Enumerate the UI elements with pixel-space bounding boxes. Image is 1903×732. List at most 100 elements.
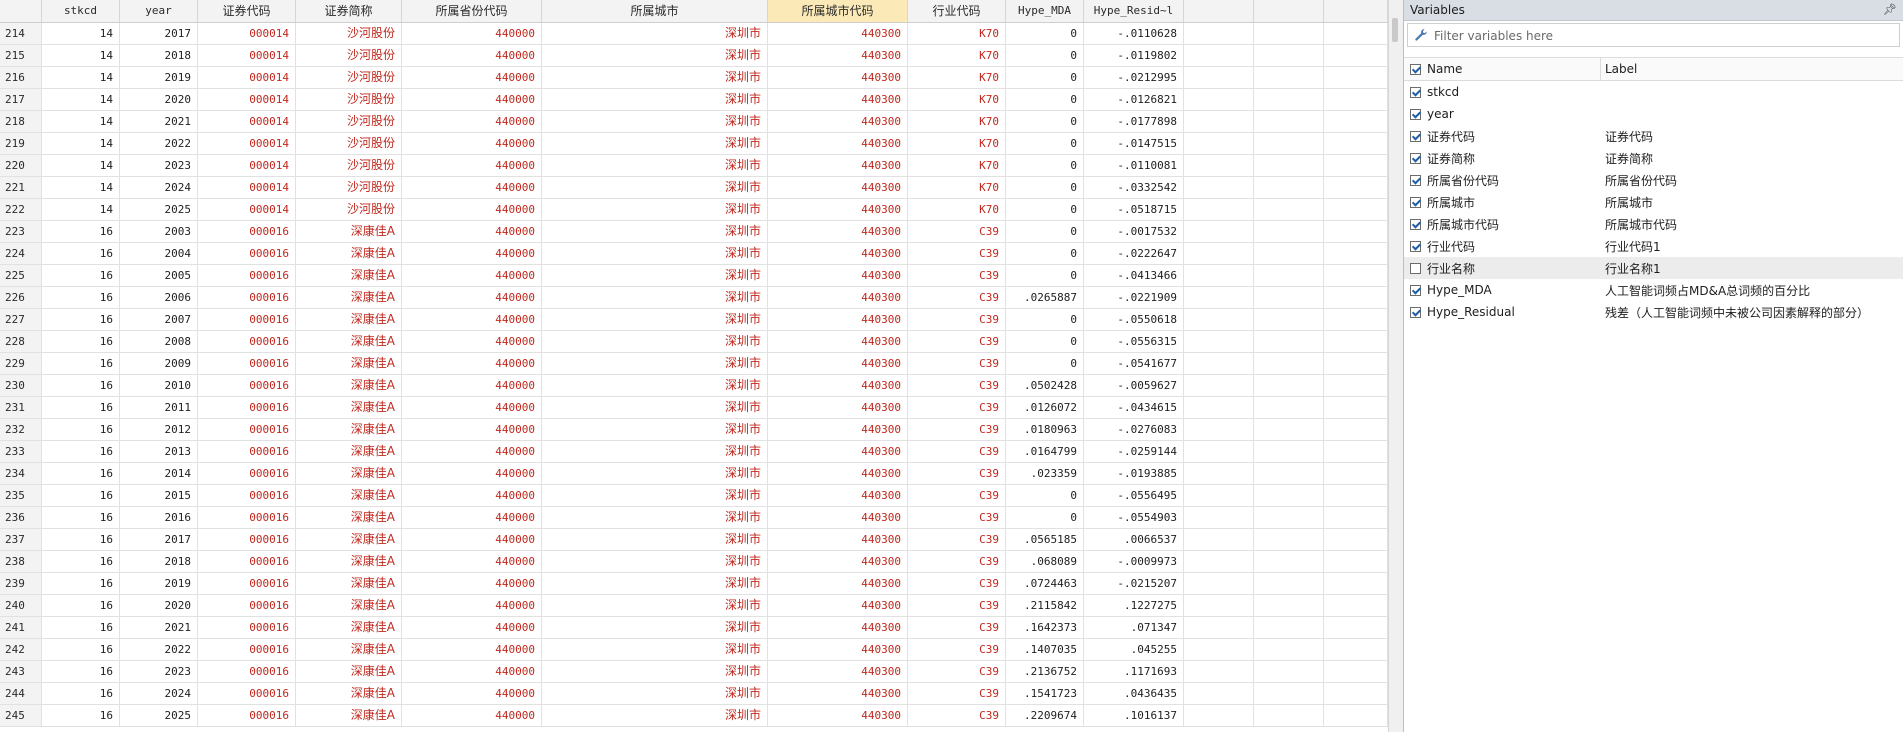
cell-year[interactable]: 2015 <box>120 485 198 506</box>
cell-abbr[interactable]: 深康佳A <box>296 397 402 418</box>
variable-checkbox[interactable] <box>1410 174 1421 186</box>
cell-city[interactable]: 深圳市 <box>542 89 768 110</box>
empty-cell[interactable] <box>1184 243 1254 264</box>
cell-stkcd[interactable]: 16 <box>42 243 120 264</box>
column-header-citycode[interactable]: 所属城市代码 <box>768 0 908 22</box>
cell-resid[interactable]: -.0059627 <box>1084 375 1184 396</box>
cell-city[interactable]: 深圳市 <box>542 463 768 484</box>
empty-cell[interactable] <box>1324 353 1388 374</box>
row-number[interactable]: 236 <box>0 507 42 528</box>
empty-cell[interactable] <box>1254 287 1324 308</box>
cell-mda[interactable]: 0 <box>1006 177 1084 198</box>
cell-city[interactable]: 深圳市 <box>542 551 768 572</box>
cell-mda[interactable]: 0 <box>1006 155 1084 176</box>
cell-prov[interactable]: 440000 <box>402 551 542 572</box>
cell-stkcd[interactable]: 16 <box>42 705 120 726</box>
cell-mda[interactable]: .2209674 <box>1006 705 1084 726</box>
empty-cell[interactable] <box>1254 507 1324 528</box>
cell-year[interactable]: 2008 <box>120 331 198 352</box>
cell-abbr[interactable]: 沙河股份 <box>296 67 402 88</box>
cell-ind[interactable]: C39 <box>908 485 1006 506</box>
column-header-city[interactable]: 所属城市 <box>542 0 768 22</box>
cell-city[interactable]: 深圳市 <box>542 353 768 374</box>
row-number[interactable]: 217 <box>0 89 42 110</box>
cell-ind[interactable]: C39 <box>908 683 1006 704</box>
cell-code[interactable]: 000016 <box>198 529 296 550</box>
variable-checkbox[interactable] <box>1410 218 1421 230</box>
cell-mda[interactable]: 0 <box>1006 133 1084 154</box>
cell-city[interactable]: 深圳市 <box>542 133 768 154</box>
cell-code[interactable]: 000014 <box>198 155 296 176</box>
cell-city[interactable]: 深圳市 <box>542 111 768 132</box>
table-row[interactable]: 227 16 2007 000016 深康佳A 440000 深圳市 440300 C39 0 -.… <box>0 309 1388 331</box>
empty-cell[interactable] <box>1254 155 1324 176</box>
table-row[interactable]: 215 14 2018 000014 沙河股份 440000 深圳市 440300 K70 0 -.… <box>0 45 1388 67</box>
column-header-abbr[interactable]: 证券简称 <box>296 0 402 22</box>
cell-citycode[interactable]: 440300 <box>768 287 908 308</box>
cell-ind[interactable]: C39 <box>908 463 1006 484</box>
cell-mda[interactable]: .2115842 <box>1006 595 1084 616</box>
cell-resid[interactable]: -.0556315 <box>1084 331 1184 352</box>
cell-resid[interactable]: -.0177898 <box>1084 111 1184 132</box>
column-header-mda[interactable]: Hype_MDA <box>1006 0 1084 22</box>
cell-stkcd[interactable]: 16 <box>42 397 120 418</box>
column-header-resid[interactable]: Hype_Resid~l <box>1084 0 1184 22</box>
empty-cell[interactable] <box>1324 507 1388 528</box>
cell-abbr[interactable]: 深康佳A <box>296 683 402 704</box>
empty-cell[interactable] <box>1324 551 1388 572</box>
empty-cell[interactable] <box>1254 45 1324 66</box>
cell-resid[interactable]: -.0119802 <box>1084 45 1184 66</box>
empty-cell[interactable] <box>1324 309 1388 330</box>
cell-code[interactable]: 000016 <box>198 551 296 572</box>
empty-cell[interactable] <box>1324 45 1388 66</box>
empty-cell[interactable] <box>1184 375 1254 396</box>
cell-abbr[interactable]: 深康佳A <box>296 243 402 264</box>
cell-prov[interactable]: 440000 <box>402 133 542 154</box>
cell-ind[interactable]: C39 <box>908 661 1006 682</box>
empty-cell[interactable] <box>1324 463 1388 484</box>
cell-city[interactable]: 深圳市 <box>542 397 768 418</box>
cell-year[interactable]: 2025 <box>120 705 198 726</box>
cell-ind[interactable]: C39 <box>908 507 1006 528</box>
cell-mda[interactable]: .0265887 <box>1006 287 1084 308</box>
cell-stkcd[interactable]: 14 <box>42 111 120 132</box>
empty-cell[interactable] <box>1254 375 1324 396</box>
empty-cell[interactable] <box>1324 199 1388 220</box>
cell-prov[interactable]: 440000 <box>402 573 542 594</box>
cell-resid[interactable]: .1227275 <box>1084 595 1184 616</box>
cell-stkcd[interactable]: 16 <box>42 419 120 440</box>
empty-cell[interactable] <box>1254 243 1324 264</box>
cell-code[interactable]: 000016 <box>198 573 296 594</box>
cell-year[interactable]: 2017 <box>120 529 198 550</box>
empty-cell[interactable] <box>1254 265 1324 286</box>
cell-city[interactable]: 深圳市 <box>542 485 768 506</box>
empty-cell[interactable] <box>1254 397 1324 418</box>
variable-row[interactable]: 所属城市 所属城市 <box>1404 191 1903 213</box>
cell-ind[interactable]: C39 <box>908 419 1006 440</box>
cell-prov[interactable]: 440000 <box>402 375 542 396</box>
cell-city[interactable]: 深圳市 <box>542 265 768 286</box>
cell-year[interactable]: 2011 <box>120 397 198 418</box>
row-number[interactable]: 218 <box>0 111 42 132</box>
cell-ind[interactable]: C39 <box>908 705 1006 726</box>
empty-cell[interactable] <box>1184 177 1254 198</box>
cell-stkcd[interactable]: 16 <box>42 595 120 616</box>
empty-cell[interactable] <box>1184 155 1254 176</box>
empty-cell[interactable] <box>1324 419 1388 440</box>
cell-stkcd[interactable]: 16 <box>42 265 120 286</box>
cell-stkcd[interactable]: 14 <box>42 23 120 44</box>
cell-resid[interactable]: -.0193885 <box>1084 463 1184 484</box>
cell-year[interactable]: 2006 <box>120 287 198 308</box>
cell-mda[interactable]: 0 <box>1006 89 1084 110</box>
cell-prov[interactable]: 440000 <box>402 89 542 110</box>
column-header-empty[interactable] <box>1324 0 1388 22</box>
cell-stkcd[interactable]: 16 <box>42 573 120 594</box>
cell-resid[interactable]: -.0110081 <box>1084 155 1184 176</box>
variable-row[interactable]: 行业名称 行业名称1 <box>1404 257 1903 279</box>
empty-cell[interactable] <box>1184 529 1254 550</box>
data-grid[interactable]: stkcd year 证券代码 证券简称 所属省份代码 所属城市 所属城市代码 行业代码 Hyp… <box>0 0 1388 732</box>
table-row[interactable]: 217 14 2020 000014 沙河股份 440000 深圳市 440300 K70 0 -.… <box>0 89 1388 111</box>
cell-resid[interactable]: .0436435 <box>1084 683 1184 704</box>
table-row[interactable]: 222 14 2025 000014 沙河股份 440000 深圳市 440300 K70 0 -.… <box>0 199 1388 221</box>
empty-cell[interactable] <box>1184 309 1254 330</box>
